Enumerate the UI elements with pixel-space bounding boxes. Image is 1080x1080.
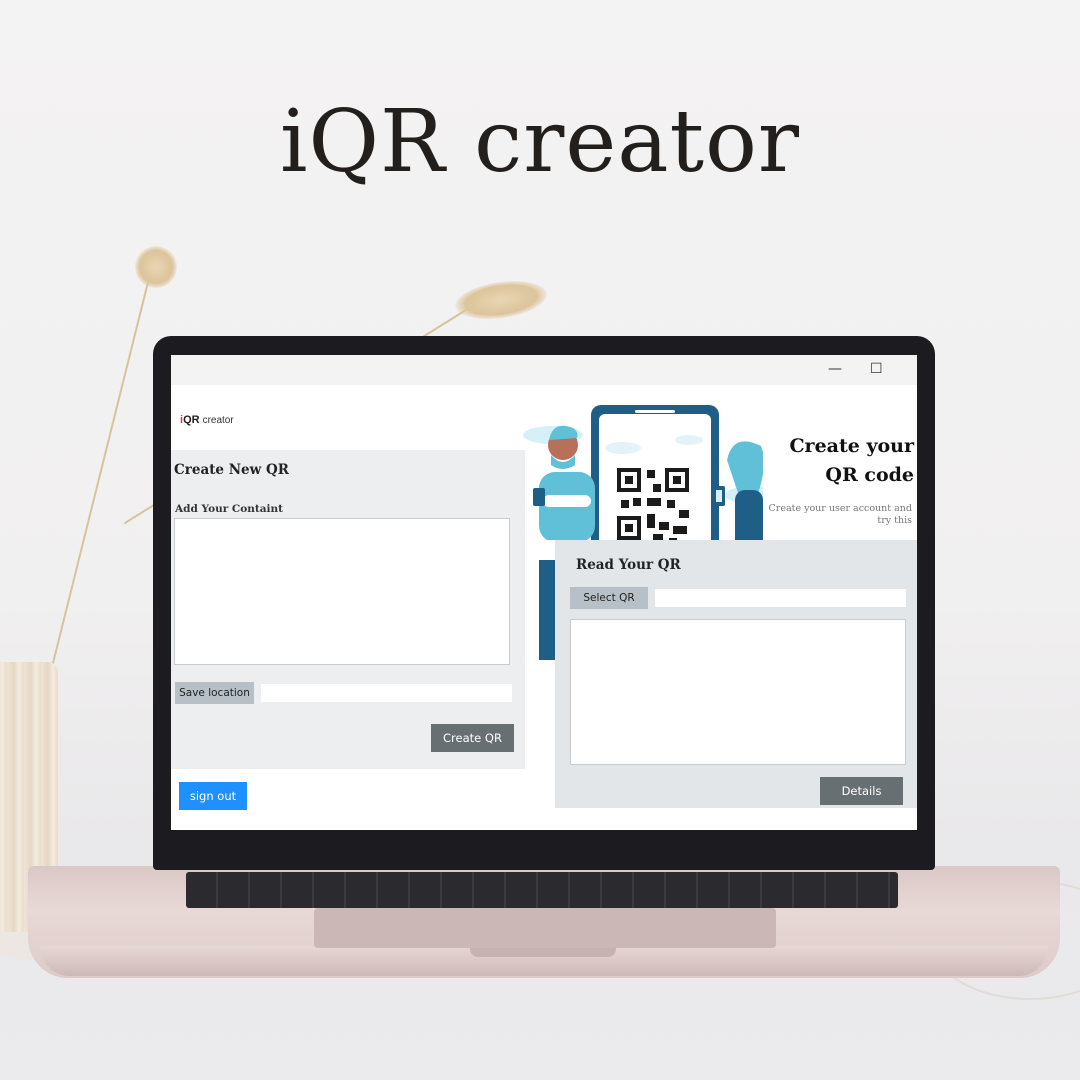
headline-title: iQR creator: [280, 92, 800, 192]
read-panel-title: Read Your QR: [576, 557, 681, 573]
hero-title-line2: QR code: [825, 464, 914, 486]
hero-subtitle-line2: try this: [877, 515, 912, 526]
save-location-button[interactable]: Save location: [175, 682, 254, 704]
hero-subtitle-line1: Create your user account and: [768, 503, 912, 514]
content-textarea[interactable]: [174, 518, 510, 665]
maximize-icon[interactable]: ☐: [870, 361, 883, 377]
laptop-keyboard: [186, 872, 898, 908]
hero-subtitle: Create your user account and try this: [752, 503, 912, 527]
app-logo: iQR creator: [180, 414, 234, 426]
create-panel-title: Create New QR: [174, 462, 289, 478]
create-qr-panel: Create New QR Add Your Containt Save loc…: [171, 450, 525, 769]
laptop-touchpad: [314, 908, 776, 948]
hero-title: Create your QR code: [789, 432, 914, 490]
logo-creator: creator: [202, 415, 234, 426]
create-qr-button[interactable]: Create QR: [431, 724, 514, 752]
hero-title-line1: Create your: [789, 435, 914, 457]
read-qr-panel: Read Your QR Select QR Details: [555, 540, 917, 808]
app-window: — ☐ iQR creator Create your QR code Crea…: [171, 355, 917, 830]
laptop-notch: [470, 948, 616, 957]
content-label: Add Your Containt: [175, 503, 284, 515]
save-location-input[interactable]: [261, 684, 512, 702]
qr-output-textarea[interactable]: [570, 619, 906, 765]
minimize-icon[interactable]: —: [828, 361, 842, 377]
sign-out-button[interactable]: sign out: [179, 782, 247, 810]
window-titlebar: — ☐: [171, 355, 917, 385]
select-qr-button[interactable]: Select QR: [570, 587, 648, 609]
logo-qr: QR: [183, 414, 200, 426]
details-button[interactable]: Details: [820, 777, 903, 805]
select-qr-input[interactable]: [655, 589, 906, 607]
